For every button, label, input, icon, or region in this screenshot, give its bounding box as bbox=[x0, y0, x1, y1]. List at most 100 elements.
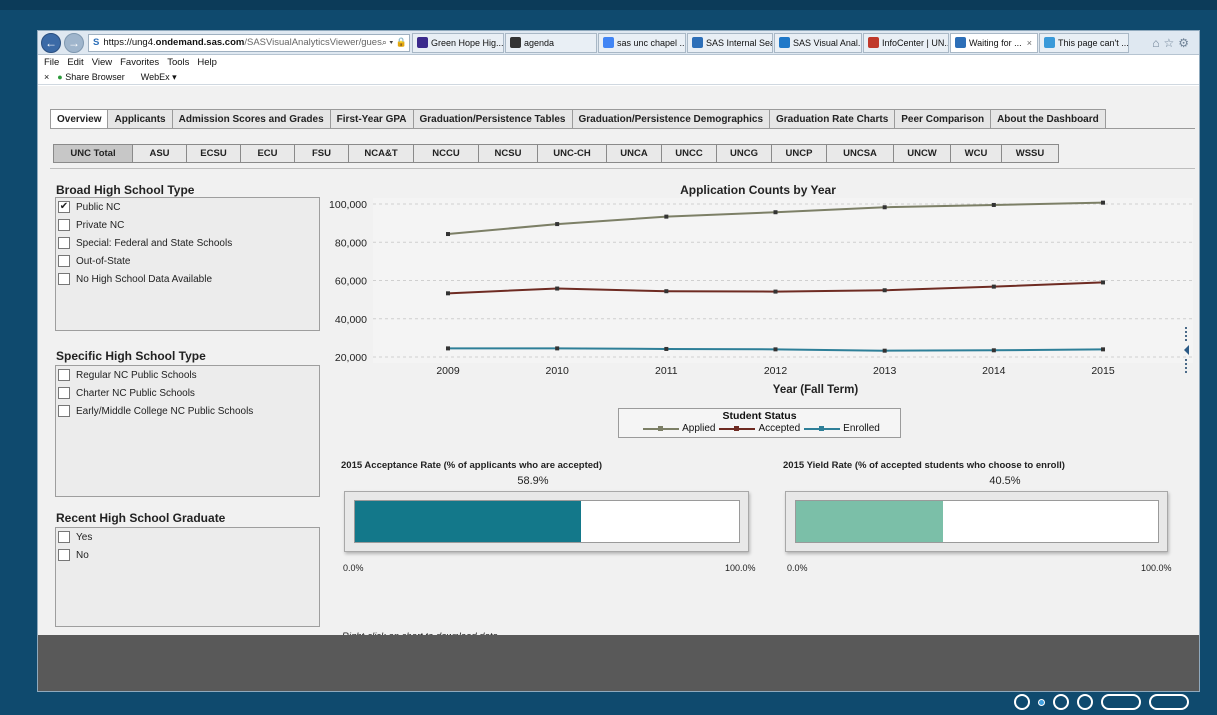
page-indicator-pill[interactable] bbox=[1149, 694, 1189, 710]
browser-tab[interactable]: Green Hope Hig... bbox=[412, 32, 504, 53]
tab-peer-comparison[interactable]: Peer Comparison bbox=[894, 109, 992, 129]
data-point-enrolled[interactable] bbox=[555, 346, 560, 351]
data-point-applied[interactable] bbox=[664, 214, 669, 219]
menu-item-edit[interactable]: Edit bbox=[67, 57, 83, 68]
campus-tab-uncp[interactable]: UNCP bbox=[771, 144, 827, 163]
campus-tab-nca-t[interactable]: NCA&T bbox=[348, 144, 414, 163]
address-actions-icon[interactable]: ⌕ ▾ 🔒 C bbox=[382, 37, 409, 48]
collapse-arrow-icon[interactable] bbox=[1183, 345, 1189, 355]
campus-tab-uncw[interactable]: UNCW bbox=[893, 144, 951, 163]
data-point-applied[interactable] bbox=[555, 222, 560, 227]
share-browser-link[interactable]: ● Share Browser bbox=[57, 72, 132, 82]
legend-label[interactable]: Accepted bbox=[758, 423, 800, 434]
tab-about-the-dashboard[interactable]: About the Dashboard bbox=[990, 109, 1106, 129]
favbar-close-icon[interactable]: × bbox=[44, 72, 49, 82]
side-panel-handle[interactable] bbox=[1182, 325, 1190, 375]
checkbox-icon[interactable] bbox=[58, 405, 70, 417]
back-icon[interactable]: ← bbox=[41, 32, 61, 53]
campus-tab-nccu[interactable]: NCCU bbox=[413, 144, 479, 163]
checkbox-icon[interactable] bbox=[58, 531, 70, 543]
checkbox-icon[interactable] bbox=[58, 237, 70, 249]
data-point-enrolled[interactable] bbox=[664, 346, 669, 351]
filter-option[interactable]: Private NC bbox=[56, 216, 319, 234]
browser-tab[interactable]: This page can't ... bbox=[1039, 32, 1129, 53]
checkbox-icon[interactable] bbox=[58, 273, 70, 285]
browser-tab[interactable]: sas unc chapel ... bbox=[598, 32, 686, 53]
data-point-accepted[interactable] bbox=[446, 291, 450, 296]
browser-tab[interactable]: InfoCenter | UN... bbox=[863, 32, 949, 53]
campus-tab-uncg[interactable]: UNCG bbox=[716, 144, 772, 163]
data-point-accepted[interactable] bbox=[555, 286, 560, 291]
campus-tab-ncsu[interactable]: NCSU bbox=[478, 144, 538, 163]
page-indicator-active[interactable] bbox=[1038, 698, 1045, 706]
home-star-gear-icons[interactable]: ⌂☆⚙ bbox=[1152, 36, 1193, 50]
tab-graduation-persistence-demographics[interactable]: Graduation/Persistence Demographics bbox=[571, 109, 771, 129]
campus-tab-unca[interactable]: UNCA bbox=[606, 144, 662, 163]
data-point-accepted[interactable] bbox=[664, 289, 669, 294]
tab-graduation-rate-charts[interactable]: Graduation Rate Charts bbox=[769, 109, 896, 129]
campus-tab-ecu[interactable]: ECU bbox=[240, 144, 295, 163]
filter-option[interactable]: ✔ Public NC bbox=[56, 198, 319, 216]
browser-tab[interactable]: SAS Internal Sea... bbox=[687, 32, 773, 53]
acceptance-rate-gauge[interactable] bbox=[344, 491, 749, 552]
campus-tab-unc-total[interactable]: UNC Total bbox=[53, 144, 133, 163]
data-point-applied[interactable] bbox=[882, 205, 887, 210]
data-point-enrolled[interactable] bbox=[446, 346, 450, 351]
data-point-applied[interactable] bbox=[1101, 200, 1105, 205]
menu-item-tools[interactable]: Tools bbox=[167, 57, 189, 68]
menu-item-view[interactable]: View bbox=[92, 57, 112, 68]
checkbox-icon[interactable] bbox=[58, 387, 70, 399]
data-point-accepted[interactable] bbox=[882, 288, 887, 293]
tab-first-year-gpa[interactable]: First-Year GPA bbox=[329, 109, 414, 129]
campus-tab-fsu[interactable]: FSU bbox=[294, 144, 349, 163]
data-point-enrolled[interactable] bbox=[991, 348, 996, 353]
campus-tab-unc-ch[interactable]: UNC-CH bbox=[537, 144, 607, 163]
browser-tab[interactable]: agenda bbox=[505, 32, 597, 53]
filter-option[interactable]: Early/Middle College NC Public Schools bbox=[56, 402, 319, 420]
tab-graduation-persistence-tables[interactable]: Graduation/Persistence Tables bbox=[412, 109, 573, 129]
page-indicator-circle[interactable] bbox=[1053, 694, 1069, 710]
data-point-enrolled[interactable] bbox=[773, 347, 778, 352]
data-point-applied[interactable] bbox=[991, 202, 996, 207]
tab-close-icon[interactable]: × bbox=[1027, 38, 1032, 48]
data-point-accepted[interactable] bbox=[1101, 280, 1105, 285]
data-point-accepted[interactable] bbox=[773, 289, 778, 294]
tab-admission-scores-and-grades[interactable]: Admission Scores and Grades bbox=[171, 109, 331, 129]
filter-option[interactable]: Yes bbox=[56, 528, 319, 546]
filter-option[interactable]: Special: Federal and State Schools bbox=[56, 234, 319, 252]
tab-overview[interactable]: Overview bbox=[50, 109, 109, 129]
filter-option[interactable]: Out-of-State bbox=[56, 252, 319, 270]
filter-option[interactable]: Regular NC Public Schools bbox=[56, 366, 319, 384]
forward-icon[interactable]: → bbox=[64, 32, 84, 53]
campus-tab-asu[interactable]: ASU bbox=[132, 144, 187, 163]
checkbox-icon[interactable]: ✔ bbox=[58, 201, 70, 213]
menu-item-favorites[interactable]: Favorites bbox=[120, 57, 159, 68]
checkbox-icon[interactable] bbox=[58, 549, 70, 561]
menu-item-file[interactable]: File bbox=[44, 57, 59, 68]
checkbox-icon[interactable] bbox=[58, 369, 70, 381]
filter-option[interactable]: No bbox=[56, 546, 319, 564]
campus-tab-wssu[interactable]: WSSU bbox=[1001, 144, 1059, 163]
webex-menu[interactable]: WebEx ▾ bbox=[141, 72, 177, 83]
campus-tab-wcu[interactable]: WCU bbox=[950, 144, 1002, 163]
filter-option[interactable]: Charter NC Public Schools bbox=[56, 384, 319, 402]
browser-tab[interactable]: SAS Visual Anal... bbox=[774, 32, 862, 53]
address-bar[interactable]: S https://ung4. ondemand.sas.com/SASVisua… bbox=[88, 33, 410, 52]
application-counts-chart[interactable]: 100,000 80,000 60,000 40,000 20,000 2009 2010 2… bbox=[328, 194, 1198, 409]
filter-option[interactable]: No High School Data Available bbox=[56, 270, 319, 288]
tab-applicants[interactable]: Applicants bbox=[107, 109, 173, 129]
page-indicator-circle[interactable] bbox=[1014, 694, 1030, 710]
checkbox-icon[interactable] bbox=[58, 255, 70, 267]
data-point-enrolled[interactable] bbox=[1101, 347, 1105, 352]
data-point-accepted[interactable] bbox=[991, 284, 996, 289]
page-indicator-pill[interactable] bbox=[1101, 694, 1141, 710]
legend-label[interactable]: Applied bbox=[682, 423, 715, 434]
menu-item-help[interactable]: Help bbox=[197, 57, 217, 68]
data-point-applied[interactable] bbox=[446, 232, 450, 237]
campus-tab-uncsa[interactable]: UNCSA bbox=[826, 144, 894, 163]
campus-tab-uncc[interactable]: UNCC bbox=[661, 144, 717, 163]
campus-tab-ecsu[interactable]: ECSU bbox=[186, 144, 241, 163]
checkbox-icon[interactable] bbox=[58, 219, 70, 231]
data-point-enrolled[interactable] bbox=[882, 348, 887, 353]
browser-tab[interactable]: Waiting for ... × bbox=[950, 32, 1038, 53]
